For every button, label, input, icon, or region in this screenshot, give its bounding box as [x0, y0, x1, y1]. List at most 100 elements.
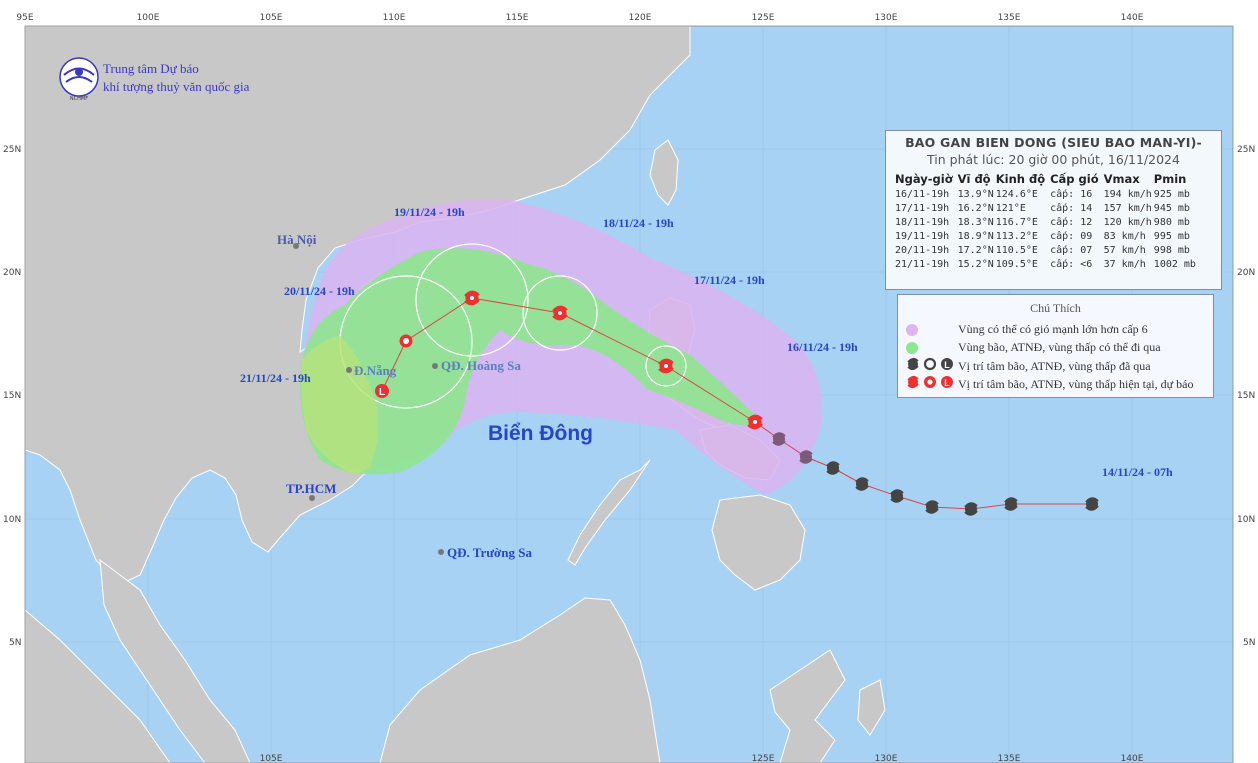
forecast-table: Ngày-giờ Vĩ độ Kinh độ Cấp gió Vmax Pmin…: [895, 172, 1198, 272]
legend-label: Vùng bão, ATNĐ, vùng thấp có thể đi qua: [958, 339, 1161, 354]
tick-105e: 105E: [260, 13, 283, 23]
lat-right-10n: 10N: [1237, 515, 1255, 525]
legend-item-path-zone: Vùng bão, ATNĐ, vùng thấp có thể đi qua: [906, 339, 1161, 355]
table-row: 16/11-19h 13.9°N 124.6°E cấp: 16 194 km/…: [895, 188, 1198, 202]
cell-wind-level: cấp: 07: [1050, 245, 1093, 256]
svg-text:L: L: [379, 387, 385, 398]
track-label-18-11: 18/11/24 - 19h: [603, 216, 674, 230]
cell-datetime: 18/11-19h: [895, 217, 950, 228]
past-storm-icon: [964, 502, 978, 516]
cell-vmax: 157 km/h: [1103, 203, 1152, 214]
tick-130e: 130E: [875, 13, 898, 23]
storm-icon-current: [747, 414, 763, 430]
header-datetime: Ngày-giờ: [895, 172, 953, 186]
tick-135e: 135E: [998, 13, 1021, 23]
tick-95e: 95E: [16, 13, 33, 23]
lat-5n: 5N: [9, 638, 21, 648]
left-axis-strip: [0, 0, 25, 763]
cell-wind-level: cấp: 16: [1050, 189, 1093, 200]
path-zone-swatch-icon: [906, 342, 918, 354]
cell-lon: 110.5°E: [995, 245, 1038, 256]
cell-lat: 18.3°N: [957, 217, 994, 228]
cell-wind-level: cấp: 14: [1050, 203, 1093, 214]
cell-lat: 15.2°N: [957, 259, 994, 270]
legend-item-wind-zone: Vùng có thể có gió mạnh lớn hơn cấp 6: [906, 321, 1148, 337]
tick-125e: 125E: [752, 13, 775, 23]
bulletin-issued-time: Tin phát lúc: 20 giờ 00 phút, 16/11/2024: [927, 152, 1180, 167]
cell-lat: 18.9°N: [957, 231, 994, 242]
wind-zone-swatch-icon: [906, 324, 918, 336]
cell-datetime: 20/11-19h: [895, 245, 950, 256]
hoangsa-label: QĐ. Hoàng Sa: [441, 358, 521, 373]
tick-bottom-130e: 130E: [875, 754, 898, 763]
table-row: 20/11-19h 17.2°N 110.5°E cấp: 07 57 km/h…: [895, 244, 1198, 258]
cell-lon: 124.6°E: [995, 189, 1038, 200]
track-label-17-11: 17/11/24 - 19h: [694, 273, 765, 287]
cell-vmax: 120 km/h: [1103, 217, 1152, 228]
legend-item-past: L Vị trí tâm bão, ATNĐ, vùng thấp đã qua: [906, 357, 1151, 373]
cell-wind-level: cấp: 09: [1050, 231, 1093, 242]
sea-label: Biển Đông: [488, 422, 593, 445]
right-axis-strip: [1233, 0, 1258, 763]
truongsa-label: QĐ. Trường Sa: [447, 545, 532, 560]
header-lat: Vĩ độ: [957, 172, 991, 186]
table-row: 21/11-19h 15.2°N 109.5°E cấp: <6 37 km/h…: [895, 258, 1198, 272]
cell-datetime: 19/11-19h: [895, 231, 950, 242]
track-label-14-11: 14/11/24 - 07h: [1102, 465, 1173, 479]
cell-vmax: 83 km/h: [1103, 231, 1146, 242]
hanoi-label: Hà Nội: [277, 232, 317, 247]
lat-20n: 20N: [3, 268, 21, 278]
table-row: 18/11-19h 18.3°N 116.7°E cấp: 12 120 km/…: [895, 216, 1198, 230]
past-storm-icon: [1004, 497, 1018, 511]
cell-vmax: 57 km/h: [1103, 245, 1146, 256]
cell-vmax: 37 km/h: [1103, 259, 1146, 270]
danang-marker: [346, 367, 352, 373]
lat-15n: 15N: [3, 391, 21, 401]
cell-datetime: 16/11-19h: [895, 189, 950, 200]
legend-title: Chú Thích: [1030, 301, 1081, 315]
cell-vmax: 194 km/h: [1103, 189, 1152, 200]
hcm-label: TP.HCM: [286, 481, 336, 496]
header-pmin: Pmin: [1153, 172, 1187, 186]
tick-bottom-135e: 135E: [998, 754, 1021, 763]
tick-140e: 140E: [1121, 13, 1144, 23]
cell-lon: 109.5°E: [995, 259, 1038, 270]
cell-lon: 121°E: [995, 203, 1026, 214]
forecast-table-header: Ngày-giờ Vĩ độ Kinh độ Cấp gió Vmax Pmin: [895, 172, 1198, 188]
legend-label: Vị trí tâm bão, ATNĐ, vùng thấp hiện tại…: [958, 376, 1194, 391]
past-storm-icon: [799, 450, 813, 464]
low-pressure-icon-forecast: L: [375, 384, 389, 398]
cell-pmin: 980 mb: [1153, 217, 1190, 228]
depression-icon-forecast: [399, 334, 413, 348]
past-storm-icon: [772, 432, 786, 446]
header-lon: Kinh độ: [995, 172, 1046, 186]
logo-emblem-text: NCHMF: [70, 96, 88, 102]
truongsa-marker: [438, 549, 444, 555]
cell-lon: 116.7°E: [995, 217, 1038, 228]
header-wind-level: Cấp gió: [1050, 172, 1099, 186]
cell-pmin: 998 mb: [1153, 245, 1190, 256]
storm-icon-forecast: [464, 290, 480, 306]
lat-right-15n: 15N: [1237, 391, 1255, 401]
legend-item-forecast: L Vị trí tâm bão, ATNĐ, vùng thấp hiện t…: [906, 375, 1193, 391]
forecast-position-icons: L: [907, 375, 953, 389]
past-storm-icon: [925, 500, 939, 514]
track-label-19-11: 19/11/24 - 19h: [394, 205, 465, 219]
lat-right-5n: 5N: [1243, 638, 1255, 648]
cell-pmin: 945 mb: [1153, 203, 1190, 214]
tick-bottom-105e: 105E: [260, 754, 283, 763]
tick-100e: 100E: [137, 13, 160, 23]
table-row: 19/11-19h 18.9°N 113.2°E cấp: 09 83 km/h…: [895, 230, 1198, 244]
track-label-21-11: 21/11/24 - 19h: [240, 371, 311, 385]
svg-text:L: L: [944, 360, 950, 370]
logo-line1: Trung tâm Dự báo: [103, 61, 199, 76]
tick-bottom-140e: 140E: [1121, 754, 1144, 763]
cell-pmin: 925 mb: [1153, 189, 1190, 200]
cell-pmin: 1002 mb: [1153, 259, 1196, 270]
lat-25n: 25N: [3, 145, 21, 155]
cell-lat: 13.9°N: [957, 189, 994, 200]
cell-pmin: 995 mb: [1153, 231, 1190, 242]
svg-text:L: L: [944, 378, 950, 388]
bulletin-title: BAO GAN BIEN DONG (SIEU BAO MAN-YI)-: [905, 135, 1202, 150]
legend-box: Chú Thích Vùng có thể có gió mạnh lớn hơ…: [897, 294, 1214, 398]
